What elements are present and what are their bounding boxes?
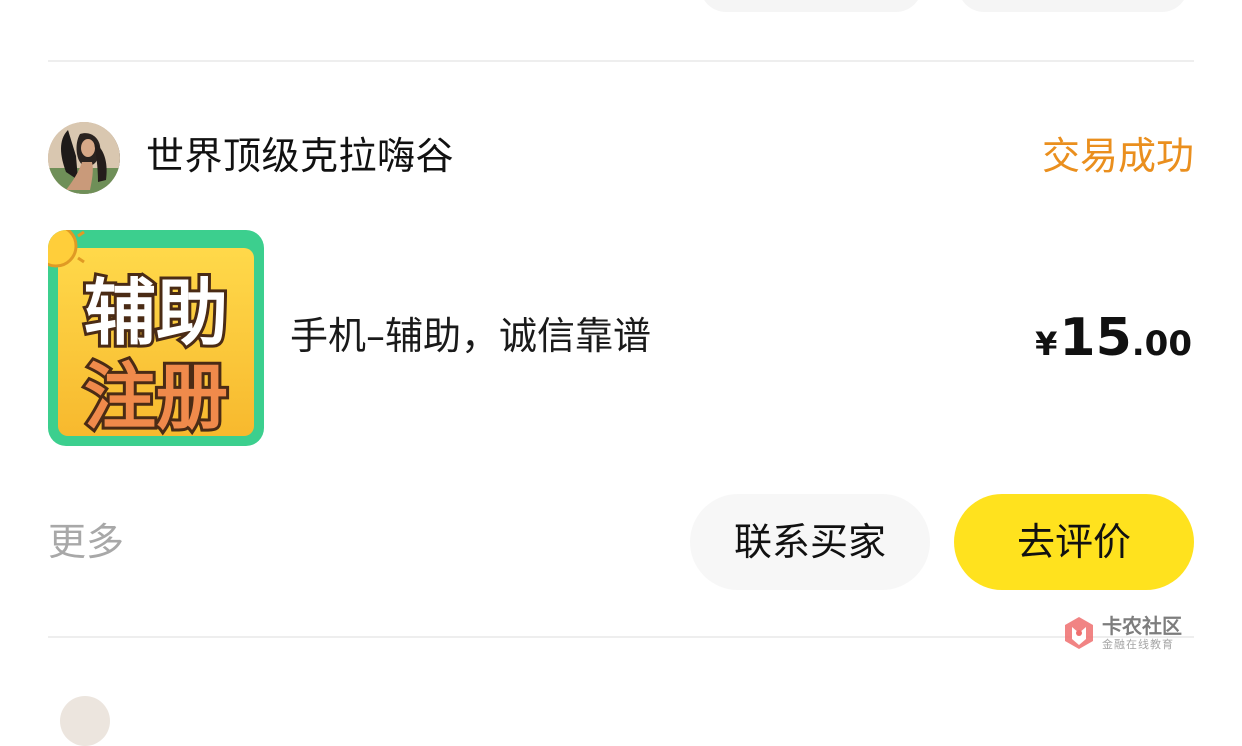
watermark-title: 卡农社区 bbox=[1102, 614, 1182, 638]
watermark: 卡农社区 金融在线教育 bbox=[1062, 612, 1192, 654]
previous-card-button[interactable] bbox=[958, 0, 1188, 12]
order-status: 交易成功 bbox=[1041, 134, 1194, 178]
thumbnail-line1: 辅助 bbox=[84, 271, 228, 355]
price-currency: ¥ bbox=[1035, 325, 1058, 363]
next-card-avatar[interactable] bbox=[60, 696, 110, 746]
product-thumbnail[interactable]: 辅助 注册 bbox=[48, 230, 264, 446]
product-title[interactable]: 手机–辅助，诚信靠谱 bbox=[290, 312, 651, 360]
price: ¥15.00 bbox=[1035, 308, 1192, 368]
price-decimal: .00 bbox=[1131, 324, 1192, 364]
seller-name[interactable]: 世界顶级克拉嗨谷 bbox=[146, 130, 454, 182]
watermark-subtitle: 金融在线教育 bbox=[1102, 638, 1174, 651]
divider bbox=[48, 636, 1194, 638]
price-integer: 15 bbox=[1059, 308, 1132, 368]
previous-card-button[interactable] bbox=[700, 0, 922, 12]
thumbnail-line2: 注册 bbox=[84, 355, 228, 439]
seller-avatar[interactable] bbox=[48, 122, 120, 194]
order-card: 世界顶级克拉嗨谷 交易成功 辅助 注册 手机–辅助，诚信靠谱 ¥15.00 更多… bbox=[0, 62, 1242, 636]
review-button[interactable]: 去评价 bbox=[954, 494, 1194, 590]
contact-buyer-button[interactable]: 联系买家 bbox=[690, 494, 930, 590]
more-link[interactable]: 更多 bbox=[48, 516, 124, 568]
kanong-logo-icon bbox=[1065, 617, 1093, 649]
